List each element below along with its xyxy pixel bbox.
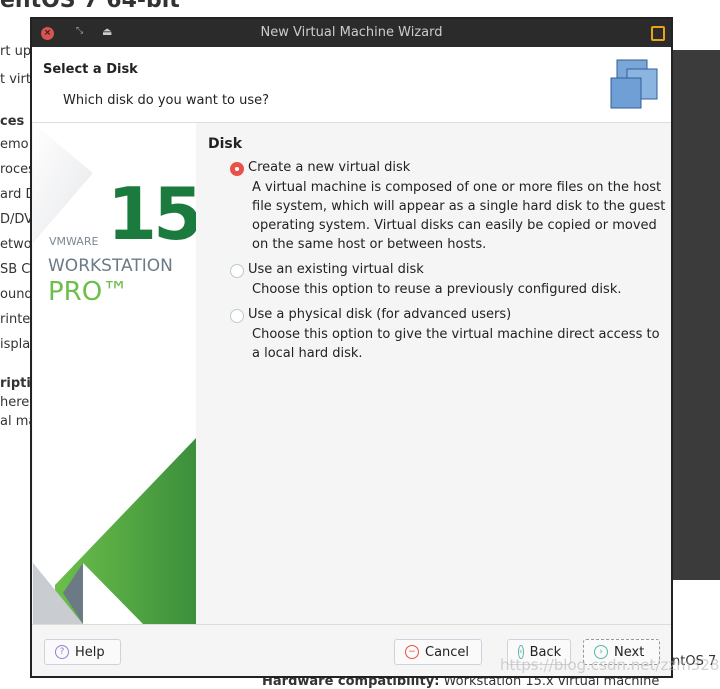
background-panel (671, 50, 720, 580)
option-label[interactable]: Use an existing virtual disk (248, 262, 424, 277)
logo-vmware: VMWARE (49, 235, 99, 248)
page-subtitle: Which disk do you want to use? (63, 93, 270, 108)
title-bar[interactable]: × ⤡ ⏏ New Virtual Machine Wizard (32, 19, 671, 47)
bg-text: emo (0, 137, 29, 152)
bg-text: rt up (0, 44, 32, 59)
radio-create-new[interactable] (230, 162, 244, 176)
option-physical-disk[interactable]: Use a physical disk (for advanced users)… (230, 307, 668, 363)
wizard-window: × ⤡ ⏏ New Virtual Machine Wizard Select … (30, 17, 673, 678)
brand-panel: 15 VMWARE WORKSTATION PRO™ (33, 123, 196, 624)
cancel-button[interactable]: − Cancel (394, 639, 482, 665)
wizard-header: Select a Disk Which disk do you want to … (32, 47, 671, 123)
radio-physical[interactable] (230, 309, 244, 323)
bg-text: ound (0, 287, 33, 302)
option-create-new-disk[interactable]: Create a new virtual disk A virtual mach… (230, 160, 668, 254)
bg-text: here (0, 395, 30, 410)
disk-icon (610, 59, 658, 109)
radio-existing[interactable] (230, 264, 244, 278)
option-label[interactable]: Use a physical disk (for advanced users) (248, 307, 511, 322)
help-button[interactable]: ? Help (44, 639, 121, 665)
disk-options: Disk Create a new virtual disk A virtual… (208, 136, 668, 363)
logo-edition: PRO™ (48, 277, 129, 307)
section-title: Disk (208, 136, 243, 152)
option-description: Choose this option to give the virtual m… (252, 327, 660, 361)
window-menu-icon[interactable] (651, 26, 665, 41)
logo-product: WORKSTATION (48, 256, 173, 276)
help-label: Help (75, 644, 105, 660)
cancel-label: Cancel (425, 644, 470, 660)
cancel-icon: − (405, 645, 419, 659)
watermark: https://blog.csdn.net/zzm3280 (500, 656, 720, 674)
bg-text: D/DV (0, 212, 34, 227)
option-existing-disk[interactable]: Use an existing virtual disk Choose this… (230, 262, 668, 299)
help-icon: ? (55, 645, 69, 659)
option-description: Choose this option to reuse a previously… (252, 282, 622, 297)
background-title: entOS 7 64-bit (0, 0, 180, 13)
bg-text: etwo (0, 237, 32, 252)
page-title: Select a Disk (43, 62, 138, 77)
option-description: A virtual machine is composed of one or … (252, 180, 666, 252)
bg-text: ces (0, 114, 25, 129)
window-title: New Virtual Machine Wizard (260, 25, 443, 40)
logo-version: 15 (107, 172, 196, 256)
option-label[interactable]: Create a new virtual disk (248, 160, 410, 175)
